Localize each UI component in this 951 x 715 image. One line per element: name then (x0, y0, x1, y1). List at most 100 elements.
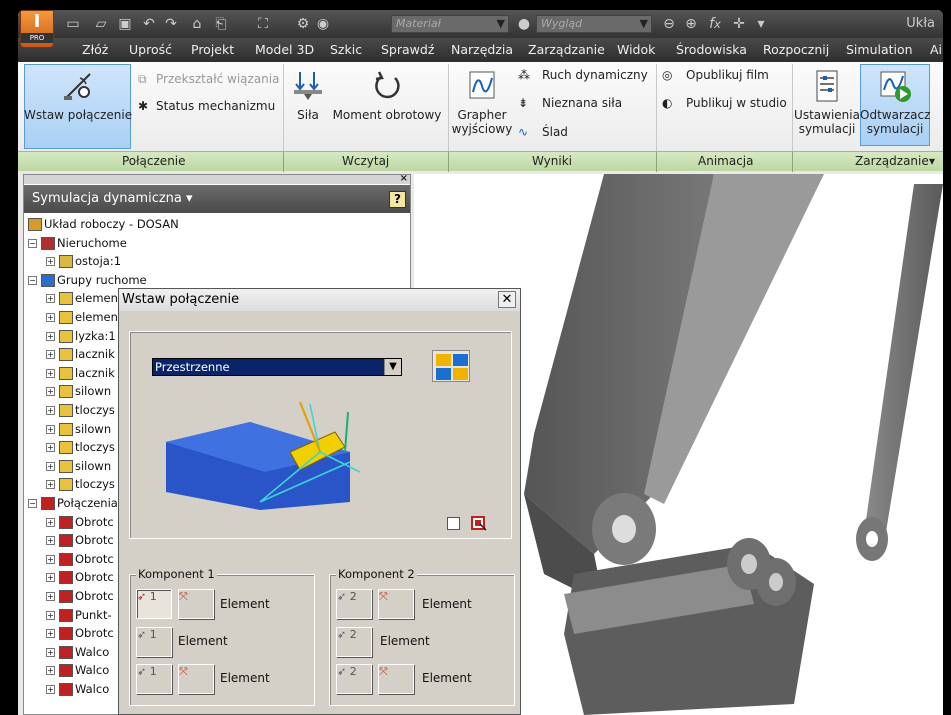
flip-checkbox[interactable] (447, 517, 460, 530)
component-2-flip-3-button[interactable]: ⤧ (378, 664, 414, 694)
tree-item[interactable]: + Obrotc (46, 531, 114, 549)
tree-item[interactable]: + Punkt- (46, 606, 112, 624)
component-1-pick-1-button[interactable]: ➶ 1 (136, 589, 172, 619)
tab-szkic[interactable]: Szkic (330, 42, 362, 57)
tab-simulation[interactable]: Simulation (846, 42, 913, 57)
expand-plus-icon[interactable]: + (46, 387, 55, 397)
measure-icon[interactable]: ⊖ (660, 15, 678, 33)
tree-item[interactable]: + silown (46, 420, 111, 438)
simulation-settings-button[interactable]: Ustawienia symulacji (794, 68, 860, 136)
expand-plus-icon[interactable]: + (46, 406, 55, 415)
sphere-icon[interactable]: ◉ (314, 15, 332, 33)
expand-plus-icon[interactable]: + (46, 573, 55, 583)
tree-item[interactable]: + Obrotc (46, 550, 114, 568)
tree-item[interactable]: − Grupy ruchome (28, 271, 147, 289)
browser-close-icon[interactable]: × (400, 173, 408, 184)
tree-item[interactable]: + lacznik (46, 345, 115, 363)
publish-movie-button[interactable]: ◎ Opublikuj film (662, 68, 769, 82)
tab-sprawdz[interactable]: Sprawdź (381, 42, 434, 57)
flip-component-icon[interactable] (471, 515, 487, 532)
help-icon[interactable]: ? (389, 191, 406, 208)
mechanism-status-button[interactable]: ✱ Status mechanizmu (138, 99, 275, 113)
appearance-combo[interactable]: Wygląd ▼ (536, 15, 652, 33)
tree-item[interactable]: + Obrotc (46, 624, 114, 642)
expand-plus-icon[interactable]: + (46, 629, 55, 639)
tree-item[interactable]: − Połączenia (28, 494, 118, 512)
expand-plus-icon[interactable]: + (46, 294, 55, 304)
tree-item[interactable]: − Nieruchome (28, 234, 127, 252)
expand-plus-icon[interactable]: + (46, 480, 55, 490)
dynamic-motion-button[interactable]: ⁂ Ruch dynamiczny (518, 68, 648, 82)
panel-title-manage[interactable]: Zarządzanie (855, 154, 929, 168)
unknown-force-button[interactable]: ⇟ Nieznana siła (518, 96, 622, 110)
appearance-sphere-icon[interactable]: ● (515, 15, 533, 33)
collapse-minus-icon[interactable]: − (28, 499, 37, 508)
update-icon[interactable]: ⚙ (294, 15, 312, 33)
tree-item[interactable]: + element (46, 289, 122, 307)
select-filter-icon[interactable]: ⛶ (254, 15, 272, 33)
new-file-icon[interactable]: ▭ (64, 15, 82, 33)
close-icon[interactable]: ✕ (498, 291, 516, 308)
expand-plus-icon[interactable]: + (46, 592, 55, 601)
tree-item[interactable]: + Walco (46, 680, 109, 698)
expand-plus-icon[interactable]: + (46, 647, 55, 657)
tree-item[interactable]: + ostoja:1 (46, 252, 121, 270)
component-2-pick-3-button[interactable]: ➶ 2 (336, 664, 372, 694)
tree-item[interactable]: + elemen (46, 308, 118, 326)
expand-plus-icon[interactable]: + (46, 443, 55, 453)
dialog-title-bar[interactable]: Wstaw połączenie ✕ (119, 289, 520, 311)
expand-plus-icon[interactable]: + (46, 350, 55, 360)
tree-item[interactable]: + silown (46, 382, 111, 400)
tab-uprosc[interactable]: Uprość (129, 42, 172, 57)
expand-plus-icon[interactable]: + (46, 610, 55, 620)
tree-item[interactable]: + Walco (46, 661, 109, 679)
expand-plus-icon[interactable]: + (46, 536, 55, 546)
trace-button[interactable]: ∿ Ślad (518, 125, 568, 139)
expand-plus-icon[interactable]: + (46, 313, 55, 322)
collapse-minus-icon[interactable]: − (28, 238, 37, 248)
torque-button[interactable]: Moment obrotowy (332, 68, 442, 122)
tab-model-3d[interactable]: Model 3D (255, 42, 314, 57)
component-2-pick-1-button[interactable]: ➶ 2 (336, 589, 372, 619)
zoom-icon[interactable]: ⊕ (682, 15, 700, 33)
simulation-player-button[interactable]: Odtwarzacz symulacji (860, 68, 930, 136)
force-button[interactable]: Siła (288, 68, 328, 122)
tree-item[interactable]: + lacznik (46, 364, 115, 382)
output-grapher-button[interactable]: Grapher wyjściowy (451, 68, 513, 136)
save-icon[interactable]: ▣ (116, 15, 134, 33)
expand-plus-icon[interactable]: + (46, 257, 55, 267)
component-2-pick-2-button[interactable]: ➶ 2 (336, 627, 372, 657)
tree-item[interactable]: + tloczys (46, 438, 115, 456)
tree-item[interactable]: + silown (46, 457, 111, 475)
expand-plus-icon[interactable]: + (46, 368, 55, 378)
expand-plus-icon[interactable]: + (46, 517, 55, 527)
undo-icon[interactable]: ↶ (140, 15, 158, 33)
tree-item[interactable]: Układ roboczy - DOSAN (28, 215, 179, 233)
qat-customize-icon[interactable]: ▾ (752, 15, 770, 33)
tree-item[interactable]: + Walco (46, 643, 109, 661)
tab-projekt[interactable]: Projekt (191, 42, 234, 57)
insert-joint-button[interactable]: Wstaw połączenie (24, 68, 132, 122)
tab-widok[interactable]: Widok (617, 42, 655, 57)
tab-more[interactable]: Ai (930, 42, 942, 57)
redo-icon[interactable]: ↷ (162, 15, 180, 33)
component-1-pick-3-button[interactable]: ➶ 1 (136, 664, 172, 694)
component-1-pick-2-button[interactable]: ➶ 1 (136, 627, 172, 657)
tab-narzedzia[interactable]: Narzędzia (451, 42, 513, 57)
joint-type-select[interactable]: Przestrzenne ▼ (152, 358, 402, 376)
application-menu-button[interactable]: I PRO (20, 10, 54, 48)
convert-constraints-button[interactable]: ⧉ Przekształć wiązania (138, 72, 279, 87)
joint-table-button[interactable] (432, 350, 470, 382)
expand-plus-icon[interactable]: + (46, 424, 55, 434)
function-fx-icon[interactable]: fx (706, 15, 724, 33)
component-1-flip-1-button[interactable]: ⤧ (178, 589, 214, 619)
tab-zarzadzanie[interactable]: Zarządzanie (528, 42, 605, 57)
panel-expand-icon[interactable]: ▾ (929, 154, 935, 168)
tab-rozpocznij[interactable]: Rozpocznij (763, 42, 829, 57)
component-1-flip-3-button[interactable]: ⤧ (178, 664, 214, 694)
open-folder-icon[interactable]: ▱ (92, 15, 110, 33)
tree-item[interactable]: + tloczys (46, 401, 115, 419)
tree-item[interactable]: + Obrotc (46, 587, 114, 605)
expand-plus-icon[interactable]: + (46, 331, 55, 341)
browser-header[interactable]: Symulacja dynamiczna ▾ (24, 185, 410, 213)
